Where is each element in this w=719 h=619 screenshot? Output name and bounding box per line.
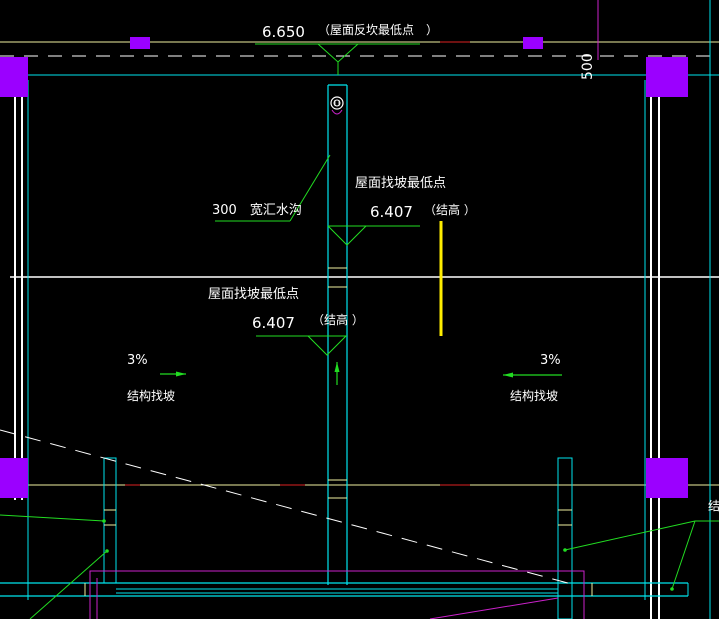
leader-dot bbox=[105, 549, 109, 553]
column-top-right bbox=[646, 57, 688, 97]
leader-dot bbox=[102, 519, 106, 523]
lower-elevation-value: 6.407 bbox=[252, 314, 295, 332]
leader-line bbox=[0, 514, 105, 522]
elevation-triangle-icon bbox=[327, 225, 420, 246]
elevation-triangle-icon bbox=[256, 335, 347, 356]
column-bottom-right bbox=[646, 458, 688, 498]
magenta-diagonal bbox=[429, 597, 559, 619]
floor-drain-icon[interactable] bbox=[330, 96, 344, 115]
left-slope-percent: 3% bbox=[127, 353, 148, 368]
slope-arrow-icon bbox=[503, 372, 562, 378]
upper-elevation-note: （结高 ） bbox=[424, 202, 476, 217]
lower-slope-title: 屋面找坡最低点 bbox=[208, 287, 299, 302]
leader-line bbox=[29, 550, 108, 619]
top-elevation-note: （屋面反坎最低点 ） bbox=[318, 23, 438, 37]
leader-line bbox=[564, 520, 696, 551]
top-elevation-value: 6.650 bbox=[262, 23, 305, 41]
right-slope-label: 结构找坡 bbox=[510, 388, 558, 403]
gutter-label: 300 宽汇水沟 bbox=[212, 202, 302, 218]
magenta-outline-box bbox=[89, 570, 585, 619]
section-dashed-diagonal bbox=[0, 429, 576, 586]
upper-elevation-value: 6.407 bbox=[370, 203, 413, 221]
column-top-small-right bbox=[523, 37, 543, 49]
slope-arrow-icon bbox=[334, 362, 340, 385]
right-pier bbox=[557, 457, 573, 619]
elevation-triangle-icon bbox=[255, 43, 420, 75]
upper-slope-title: 屋面找坡最低点 bbox=[355, 176, 446, 191]
leader-dot bbox=[670, 587, 674, 591]
leader-line bbox=[671, 520, 696, 590]
right-edge-text: 结 bbox=[708, 499, 719, 513]
dimension-500-label: 500 bbox=[580, 53, 596, 80]
right-slope-percent: 3% bbox=[540, 353, 561, 368]
left-slope-label: 结构找坡 bbox=[127, 388, 175, 403]
lower-elevation-note: （结高 ） bbox=[312, 312, 364, 327]
cad-drawing-canvas[interactable]: 6.650 （屋面反坎最低点 ） 500 300 宽汇水沟 屋面找坡最低点 6.… bbox=[0, 0, 719, 619]
left-pier bbox=[103, 457, 117, 584]
slope-arrow-icon bbox=[160, 371, 186, 377]
column-top-left bbox=[0, 57, 28, 97]
leader-dot bbox=[563, 548, 567, 552]
roof-plan-drawing: 6.650 （屋面反坎最低点 ） 500 300 宽汇水沟 屋面找坡最低点 6.… bbox=[0, 0, 719, 619]
column-top-small-left bbox=[130, 37, 150, 49]
column-bottom-left bbox=[0, 458, 28, 498]
